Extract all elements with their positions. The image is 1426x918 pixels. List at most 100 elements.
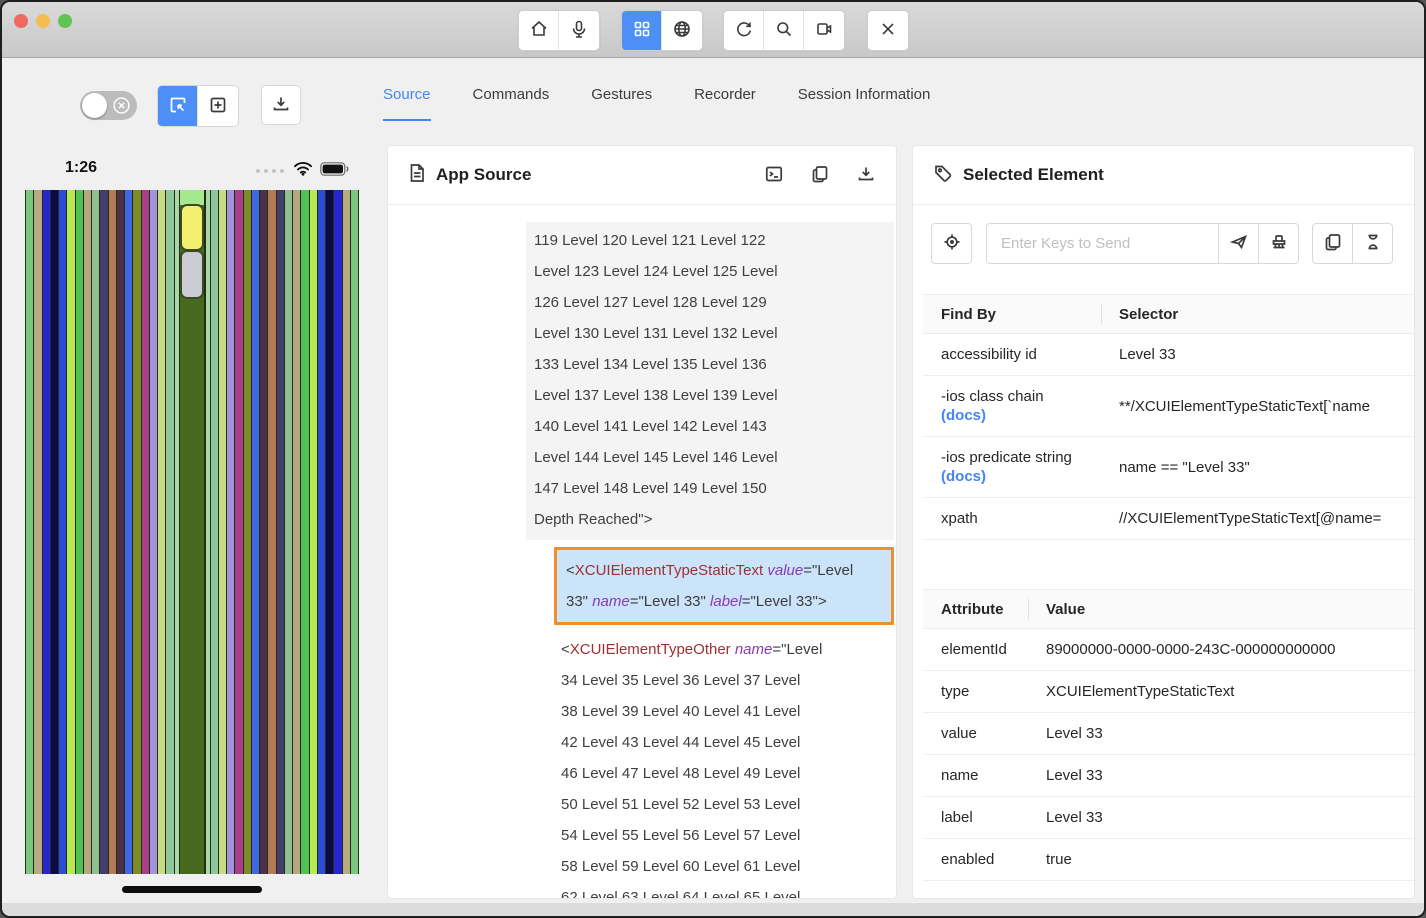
web-view-button[interactable] <box>662 11 702 50</box>
select-cursor-icon <box>168 95 188 118</box>
xml-attribute-name: value <box>767 562 803 579</box>
home-button[interactable] <box>519 11 559 50</box>
source-line: 62 Level 63 Level 64 Level 65 Level <box>561 882 894 898</box>
view-stripe <box>50 190 58 874</box>
highlight-toggle[interactable] <box>80 91 137 120</box>
view-stripe <box>251 190 259 874</box>
source-line: 58 Level 59 Level 60 Level 61 Level <box>561 851 894 882</box>
search-elements-button[interactable] <box>764 11 804 50</box>
app-source-panel: App Source 119 Level 120 Level 121 Level… <box>387 145 897 899</box>
find-by-row: accessibility idLevel 33 <box>923 334 1415 376</box>
view-stripe <box>218 190 226 874</box>
attribute-value: Level 33 <box>1028 755 1415 797</box>
toggle-x-circle-icon <box>113 97 130 114</box>
source-line: 126 Level 127 Level 128 Level 129 <box>534 287 886 318</box>
copy-icon <box>810 164 830 187</box>
attribute-value: true <box>1028 839 1415 881</box>
source-line: <XCUIElementTypeStaticText value="Level <box>566 555 882 586</box>
select-elements-mode-button[interactable] <box>158 86 198 126</box>
clear-brush-icon <box>1269 232 1289 255</box>
document-icon <box>408 163 426 188</box>
find-by-row: xpath//XCUIElementTypeStaticText[@name= <box>923 498 1415 540</box>
view-stripe <box>141 190 149 874</box>
device-controls <box>25 85 359 125</box>
selector-value: //XCUIElementTypeStaticText[@name= <box>1101 498 1415 540</box>
yellow-block <box>180 204 204 251</box>
attribute-value: Level 33 <box>1028 797 1415 839</box>
view-stripe <box>243 190 251 874</box>
view-stripe <box>165 190 173 874</box>
quit-session-button[interactable] <box>868 11 908 50</box>
send-keys-button[interactable] <box>1218 223 1259 264</box>
download-icon <box>271 94 291 117</box>
source-tree[interactable]: 119 Level 120 Level 121 Level 122Level 1… <box>388 206 896 898</box>
copy-source-button[interactable] <box>810 164 830 187</box>
source-line: 133 Level 134 Level 135 Level 136 <box>534 349 886 380</box>
xml-tag-name: XCUIElementTypeStaticText <box>575 562 763 579</box>
view-stripe <box>342 190 350 874</box>
zoom-window-button[interactable] <box>58 14 72 28</box>
source-line: Level 130 Level 131 Level 132 Level <box>534 318 886 349</box>
start-recording-button[interactable] <box>804 11 844 50</box>
attribute-name: value <box>923 713 1028 755</box>
tap-by-coordinates-mode-button[interactable] <box>198 86 238 126</box>
selected-element-header: Selected Element <box>913 146 1414 205</box>
search-icon <box>774 19 794 42</box>
view-stripe <box>58 190 66 874</box>
xml-text: ="Level 33"> <box>742 593 827 610</box>
tab-commands[interactable]: Commands <box>473 86 550 121</box>
find-by-strategy: accessibility id <box>923 334 1101 376</box>
source-terminal-button[interactable] <box>764 164 784 187</box>
download-screenshot-button[interactable] <box>261 85 301 125</box>
source-line: Level 123 Level 124 Level 125 Level <box>534 256 886 287</box>
copy-icon <box>1323 232 1343 255</box>
find-by-strategy: -ios predicate string(docs) <box>923 437 1101 498</box>
terminal-icon <box>764 164 784 187</box>
attribute-name: type <box>923 671 1028 713</box>
refresh-icon <box>734 19 754 42</box>
view-stripe <box>292 190 300 874</box>
docs-link[interactable]: (docs) <box>941 468 1101 485</box>
interaction-mode-group <box>157 85 239 127</box>
view-stripe <box>25 190 33 874</box>
source-parent-node-text[interactable]: 119 Level 120 Level 121 Level 122Level 1… <box>526 222 894 540</box>
toolbar-group-device <box>518 10 600 51</box>
view-stripe <box>210 190 218 874</box>
appium-inspector-window: 1:26 SourceCommandsGesturesRecorderSessi… <box>0 0 1426 918</box>
tap-element-button[interactable] <box>931 223 972 264</box>
tab-source[interactable]: Source <box>383 86 431 121</box>
source-line: Depth Reached"> <box>534 504 886 535</box>
copy-attributes-button[interactable] <box>1312 223 1353 264</box>
close-icon <box>878 19 898 42</box>
source-line: Level 137 Level 138 Level 139 Level <box>534 380 886 411</box>
native-view-button[interactable] <box>622 11 662 50</box>
find-by-strategy: -ios class chain(docs) <box>923 376 1101 437</box>
view-stripe <box>99 190 107 874</box>
docs-link[interactable]: (docs) <box>941 407 1101 424</box>
xml-attribute-name: name <box>592 593 630 610</box>
selected-element-panel: Selected Element <box>912 145 1415 899</box>
app-source-header: App Source <box>388 146 896 205</box>
view-stripe <box>83 190 91 874</box>
close-window-button[interactable] <box>14 14 28 28</box>
xml-text: ="Level 33" <box>630 593 710 610</box>
view-stripe <box>309 190 317 874</box>
siri-button[interactable] <box>559 11 599 50</box>
wifi-icon <box>293 161 313 181</box>
refresh-button[interactable] <box>724 11 764 50</box>
attributes-table: Attribute Value elementId89000000-0000-0… <box>923 589 1415 881</box>
xml-attribute-name: name <box>735 641 773 658</box>
element-timing-button[interactable] <box>1352 223 1393 264</box>
tab-gestures[interactable]: Gestures <box>591 86 652 121</box>
toolbar-group-quit <box>867 10 909 51</box>
tab-session-information[interactable]: Session Information <box>798 86 931 121</box>
clear-element-button[interactable] <box>1258 223 1299 264</box>
device-screen-mirror[interactable] <box>25 190 359 874</box>
selected-source-node[interactable]: <XCUIElementTypeStaticText value="Level3… <box>554 547 894 625</box>
find-by-row: -ios predicate string(docs)name == "Leve… <box>923 437 1415 498</box>
download-source-button[interactable] <box>856 164 876 187</box>
minimize-window-button[interactable] <box>36 14 50 28</box>
tab-recorder[interactable]: Recorder <box>694 86 756 121</box>
source-sibling-node[interactable]: <XCUIElementTypeOther name="Level34 Leve… <box>561 634 894 898</box>
send-keys-input[interactable] <box>986 223 1219 264</box>
